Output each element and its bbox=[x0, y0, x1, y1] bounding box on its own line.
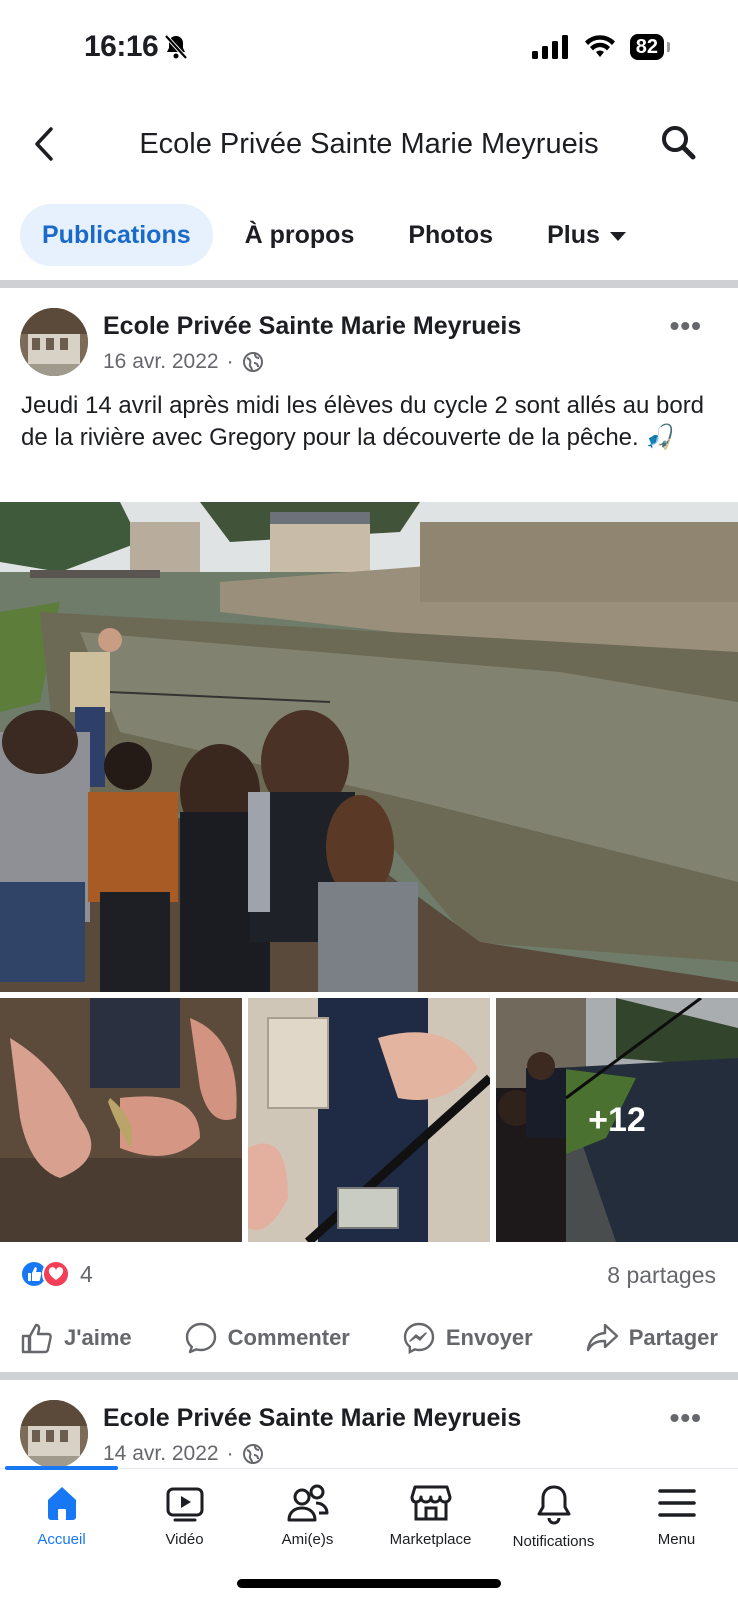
status-bar: 16:16 82 bbox=[0, 0, 738, 100]
post-photo-thumbnail[interactable] bbox=[0, 998, 242, 1242]
nav-label: Accueil bbox=[37, 1531, 86, 1548]
menu-icon bbox=[657, 1489, 696, 1517]
send-label: Envoyer bbox=[445, 1325, 533, 1350]
fishing-vest-photo bbox=[248, 998, 490, 1242]
wifi-icon bbox=[584, 35, 615, 57]
caret-down-icon bbox=[609, 232, 626, 241]
silent-bell-icon bbox=[164, 34, 188, 60]
fish-in-hands-photo bbox=[0, 998, 242, 1242]
comment-icon bbox=[185, 1322, 216, 1354]
nav-label: Vidéo bbox=[165, 1531, 204, 1548]
page-title: Ecole Privée Sainte Marie Meyrueis bbox=[139, 128, 599, 160]
marketplace-icon bbox=[410, 1485, 451, 1521]
section-divider bbox=[0, 1372, 738, 1380]
reaction-count: 4 bbox=[80, 1260, 93, 1287]
comment-label: Commenter bbox=[227, 1325, 350, 1350]
thumbs-up-icon bbox=[21, 1323, 52, 1354]
nav-label: Ami(e)s bbox=[281, 1531, 334, 1548]
meta-separator: · bbox=[226, 350, 234, 373]
more-options-button[interactable]: ••• bbox=[670, 310, 702, 342]
home-icon bbox=[47, 1487, 76, 1520]
avatar[interactable] bbox=[20, 308, 88, 376]
messenger-icon bbox=[403, 1322, 435, 1354]
tab-label: Plus bbox=[547, 221, 600, 249]
avatar-image bbox=[20, 1400, 88, 1468]
post-photo-thumbnail-more[interactable]: +12 bbox=[496, 998, 738, 1242]
bell-icon bbox=[537, 1485, 570, 1525]
nav-notifications[interactable]: Notifications bbox=[492, 1483, 615, 1550]
post-header: Ecole Privée Sainte Marie Meyrueis 16 av… bbox=[0, 308, 738, 388]
post-date[interactable]: 14 avr. 2022 bbox=[103, 1442, 219, 1466]
nav-marketplace[interactable]: Marketplace bbox=[369, 1483, 492, 1548]
nav-label: Notifications bbox=[512, 1533, 595, 1550]
tab-label: À propos bbox=[244, 221, 355, 249]
globe-icon bbox=[242, 1444, 263, 1464]
friends-icon bbox=[287, 1484, 328, 1522]
post-photo-row: +12 bbox=[0, 998, 738, 1242]
like-button[interactable]: J'aime bbox=[20, 1310, 132, 1366]
like-label: J'aime bbox=[64, 1325, 132, 1350]
tab-label: Publications bbox=[42, 221, 191, 249]
send-button[interactable]: Envoyer bbox=[402, 1310, 533, 1366]
shares-count[interactable]: 8 partages bbox=[607, 1262, 716, 1289]
post-meta: 16 avr. 2022 · bbox=[103, 350, 264, 374]
comment-button[interactable]: Commenter bbox=[184, 1310, 350, 1366]
globe-icon bbox=[242, 352, 263, 372]
search-button[interactable] bbox=[658, 122, 698, 162]
post-actions: J'aime Commenter Envoyer Partager bbox=[0, 1310, 738, 1366]
profile-tabs: Publications À propos Photos Plus bbox=[20, 204, 658, 266]
post-meta: 14 avr. 2022 · bbox=[103, 1442, 264, 1466]
nav-menu[interactable]: Menu bbox=[615, 1483, 738, 1548]
tab-photos[interactable]: Photos bbox=[386, 204, 515, 266]
reactions-summary[interactable]: 4 bbox=[20, 1260, 93, 1288]
post-author[interactable]: Ecole Privée Sainte Marie Meyrueis bbox=[103, 1404, 521, 1433]
status-time: 16:16 bbox=[84, 30, 188, 64]
more-photos-count: +12 bbox=[496, 998, 738, 1242]
share-label: Partager bbox=[628, 1325, 718, 1350]
page-header: Ecole Privée Sainte Marie Meyrueis bbox=[0, 118, 738, 174]
post-text: Jeudi 14 avril après midi les élèves du … bbox=[21, 392, 705, 451]
bottom-navigation: Accueil Vidéo Ami(e)s Marketplace Notifi… bbox=[0, 1466, 738, 1600]
nav-video[interactable]: Vidéo bbox=[123, 1483, 246, 1548]
post-date[interactable]: 16 avr. 2022 bbox=[103, 350, 219, 374]
tab-publications[interactable]: Publications bbox=[20, 204, 213, 266]
cellular-signal-icon bbox=[531, 35, 568, 59]
nav-label: Marketplace bbox=[389, 1531, 472, 1548]
home-indicator[interactable] bbox=[237, 1579, 501, 1588]
nav-label: Menu bbox=[657, 1531, 696, 1548]
more-options-button[interactable]: ••• bbox=[670, 1402, 702, 1434]
status-time-text: 16:16 bbox=[84, 30, 159, 63]
status-indicators: 82 bbox=[531, 34, 671, 60]
share-icon bbox=[586, 1323, 618, 1352]
battery-indicator: 82 bbox=[629, 34, 671, 60]
post-photo-main[interactable] bbox=[0, 502, 738, 992]
search-icon bbox=[662, 126, 696, 160]
video-icon bbox=[166, 1487, 203, 1522]
tab-label: Photos bbox=[408, 221, 494, 249]
tab-a-propos[interactable]: À propos bbox=[223, 204, 377, 266]
active-tab-indicator bbox=[5, 1466, 118, 1470]
post-photo-thumbnail[interactable] bbox=[248, 998, 490, 1242]
share-button[interactable]: Partager bbox=[585, 1310, 718, 1366]
avatar-image bbox=[20, 308, 88, 376]
avatar[interactable] bbox=[20, 1400, 88, 1468]
nav-friends[interactable]: Ami(e)s bbox=[246, 1483, 369, 1548]
section-divider bbox=[0, 280, 738, 288]
tab-plus[interactable]: Plus bbox=[525, 204, 648, 266]
love-reaction-icon bbox=[42, 1260, 70, 1288]
meta-separator: · bbox=[226, 1442, 234, 1465]
river-fishing-photo bbox=[0, 502, 738, 992]
nav-home[interactable]: Accueil bbox=[0, 1483, 123, 1548]
post-author[interactable]: Ecole Privée Sainte Marie Meyrueis bbox=[103, 312, 521, 341]
